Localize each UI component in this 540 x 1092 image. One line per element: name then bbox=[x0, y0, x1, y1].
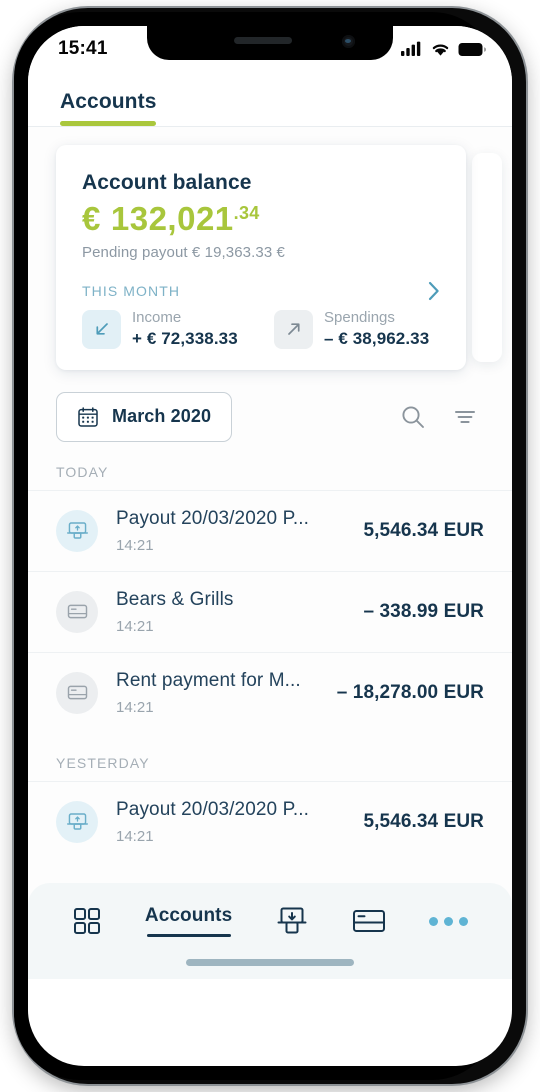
transaction-time: 14:21 bbox=[116, 617, 154, 635]
nav-item-dashboard[interactable] bbox=[72, 906, 102, 936]
more-dots-icon bbox=[429, 916, 468, 926]
status-time: 15:41 bbox=[58, 38, 108, 59]
tab-accounts-label: Accounts bbox=[60, 90, 157, 113]
transaction-title: Rent payment for M... bbox=[116, 669, 301, 691]
status-icons bbox=[401, 41, 486, 57]
transaction-info: Bears & Grills 14:21 bbox=[116, 589, 353, 635]
payout-atm-icon bbox=[56, 509, 98, 552]
day-group-label-yesterday: YESTERDAY bbox=[56, 754, 150, 771]
wifi-icon bbox=[432, 44, 449, 56]
transaction-time: 14:21 bbox=[116, 536, 154, 554]
balance-title: Account balance bbox=[82, 171, 252, 194]
filter-icon[interactable] bbox=[452, 404, 478, 430]
transaction-time: 14:21 bbox=[116, 698, 154, 716]
balance-amount-main: 132,021 bbox=[110, 200, 234, 237]
pending-payout-label: Pending payout € 19,363.33 € bbox=[82, 244, 285, 261]
tab-active-underline bbox=[60, 121, 157, 126]
chevron-right-icon[interactable] bbox=[428, 281, 440, 301]
cellular-signal-icon bbox=[401, 41, 421, 56]
transaction-info: Payout 20/03/2020 P... 14:21 bbox=[116, 799, 353, 845]
tab-bar: Accounts bbox=[28, 90, 512, 126]
app-header: Accounts bbox=[28, 66, 512, 127]
transaction-title: Payout 20/03/2020 P... bbox=[116, 798, 310, 820]
balance-card-carousel: Account balance € 132,021 .34 Pending pa… bbox=[28, 127, 512, 384]
balance-amount: € 132,021 .34 bbox=[82, 202, 440, 235]
main-content: Account balance € 132,021 .34 Pending pa… bbox=[28, 127, 512, 979]
nav-item-accounts[interactable]: Accounts bbox=[145, 905, 232, 937]
nav-item-cards[interactable] bbox=[352, 908, 386, 934]
screenshot-stage: 15:41 Accounts Account balance € 132,021… bbox=[0, 0, 540, 1092]
filter-row: March 2020 bbox=[28, 384, 512, 442]
arrow-up-right-icon bbox=[274, 309, 313, 349]
balance-card[interactable]: Account balance € 132,021 .34 Pending pa… bbox=[56, 145, 466, 370]
table-row[interactable]: Bears & Grills 14:21 – 338.99 EUR bbox=[28, 570, 512, 652]
transaction-title: Payout 20/03/2020 P... bbox=[116, 507, 310, 529]
stat-spendings[interactable]: Spendings – € 38,962.33 bbox=[274, 309, 440, 350]
table-row[interactable]: Payout 20/03/2020 P... 14:21 5,546.34 EU… bbox=[28, 780, 512, 862]
stat-spendings-label: Spendings bbox=[324, 309, 395, 326]
more-dot bbox=[429, 916, 438, 926]
phone-screen: 15:41 Accounts Account balance € 132,021… bbox=[28, 26, 512, 1066]
stat-income[interactable]: Income + € 72,338.33 bbox=[82, 309, 248, 350]
stat-income-text: Income + € 72,338.33 bbox=[132, 309, 238, 350]
stat-income-label: Income bbox=[132, 309, 182, 326]
card-icon bbox=[56, 590, 98, 633]
balance-currency-symbol: € bbox=[82, 200, 101, 237]
this-month-header[interactable]: THIS MONTH bbox=[82, 281, 440, 301]
transaction-amount: 5,546.34 EUR bbox=[363, 519, 484, 541]
home-indicator[interactable] bbox=[186, 959, 354, 966]
bottom-nav-items: Accounts bbox=[28, 883, 512, 937]
table-row[interactable]: Payout 20/03/2020 P... 14:21 5,546.34 EU… bbox=[28, 489, 512, 571]
transaction-amount: – 338.99 EUR bbox=[363, 600, 484, 622]
month-picker-label: March 2020 bbox=[112, 406, 212, 427]
month-picker-button[interactable]: March 2020 bbox=[56, 391, 233, 442]
transaction-title: Bears & Grills bbox=[116, 588, 234, 610]
more-dot bbox=[459, 916, 468, 926]
table-row[interactable]: Rent payment for M... 14:21 – 18,278.00 … bbox=[28, 651, 512, 733]
more-dot bbox=[444, 916, 453, 926]
calendar-icon bbox=[78, 407, 98, 427]
list-actions bbox=[400, 404, 478, 430]
bottom-navigation-bar: Accounts bbox=[28, 883, 512, 979]
speaker-grille-icon bbox=[234, 37, 293, 44]
grid-dashboard-icon bbox=[74, 908, 100, 934]
transaction-info: Rent payment for M... 14:21 bbox=[116, 670, 327, 716]
stat-spendings-text: Spendings – € 38,962.33 bbox=[324, 309, 429, 350]
tab-accounts[interactable]: Accounts bbox=[60, 90, 157, 126]
card-icon bbox=[56, 671, 98, 714]
nav-item-payouts[interactable] bbox=[275, 906, 309, 936]
header-divider bbox=[28, 126, 512, 127]
balance-amount-cents: .34 bbox=[233, 203, 260, 223]
nav-active-underline bbox=[146, 934, 231, 937]
day-group-label-today: TODAY bbox=[56, 463, 109, 480]
stat-spendings-value: – € 38,962.33 bbox=[324, 328, 430, 348]
stat-income-value: + € 72,338.33 bbox=[132, 328, 238, 348]
search-icon[interactable] bbox=[400, 404, 426, 430]
arrow-down-left-icon bbox=[82, 309, 121, 349]
front-camera-icon bbox=[342, 35, 355, 48]
transaction-time: 14:21 bbox=[116, 827, 154, 845]
transaction-amount: 5,546.34 EUR bbox=[363, 810, 484, 832]
battery-icon bbox=[458, 42, 486, 56]
card-icon bbox=[353, 910, 386, 932]
payout-atm-icon bbox=[56, 800, 98, 843]
balance-card-next-peek[interactable] bbox=[472, 153, 502, 362]
phone-notch bbox=[147, 26, 393, 60]
payout-atm-icon bbox=[277, 907, 307, 934]
nav-item-accounts-label: Accounts bbox=[144, 905, 233, 926]
this-month-label: THIS MONTH bbox=[82, 283, 181, 299]
transaction-amount: – 18,278.00 EUR bbox=[336, 681, 484, 703]
nav-item-more[interactable] bbox=[429, 916, 468, 926]
month-stats: Income + € 72,338.33 Spendings – € 38,96… bbox=[82, 309, 440, 350]
transaction-info: Payout 20/03/2020 P... 14:21 bbox=[116, 508, 353, 554]
